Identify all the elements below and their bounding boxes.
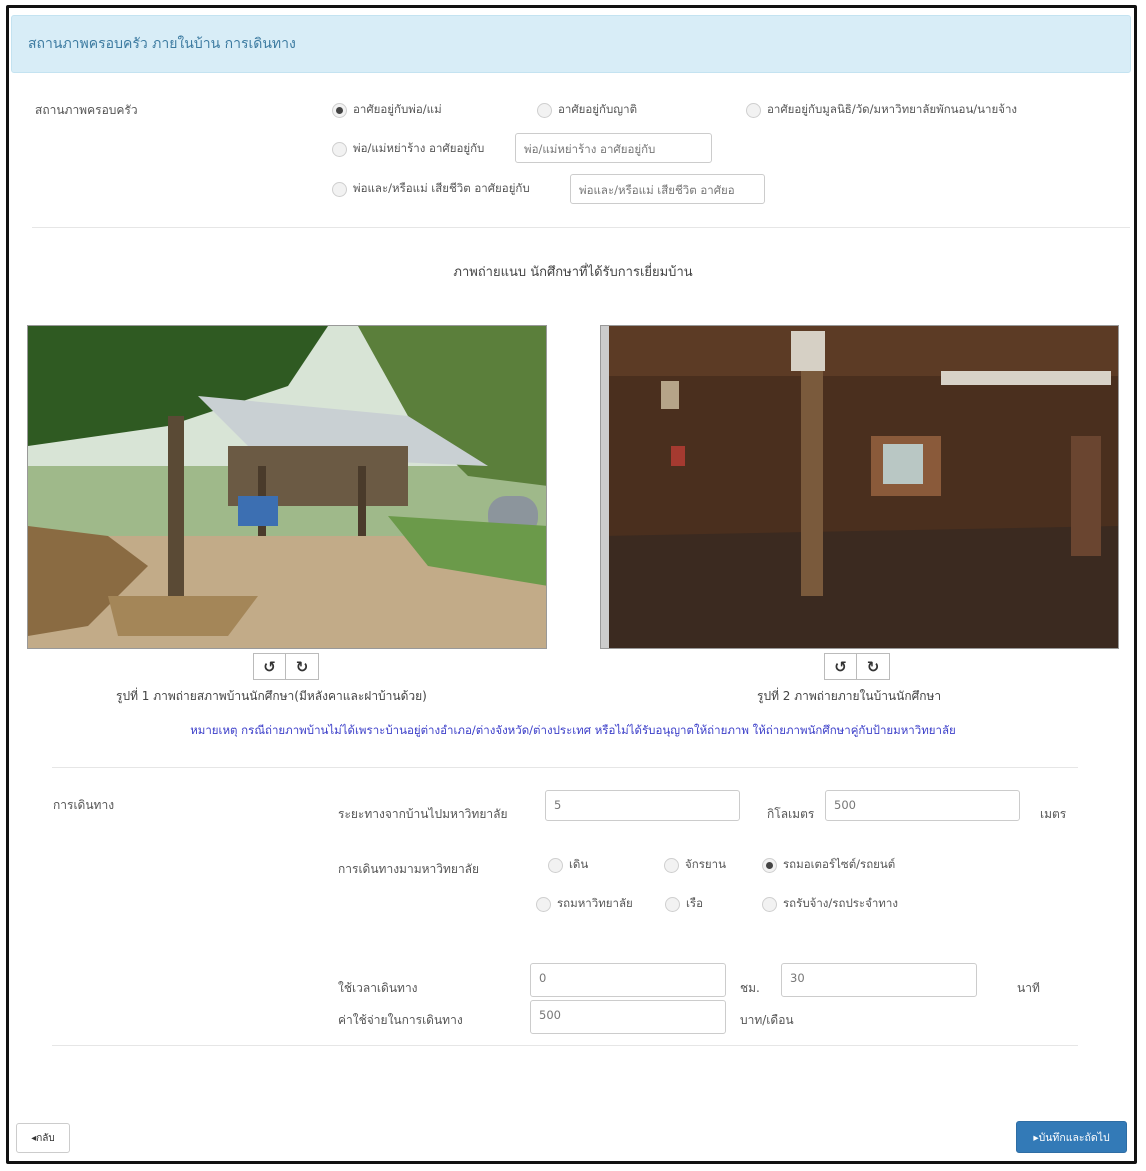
section-title: สถานภาพครอบครัว ภายในบ้าน การเดินทาง: [28, 36, 296, 52]
travel-minutes-input[interactable]: 30: [781, 963, 977, 997]
photos-title: ภาพถ่ายแนบ นักศึกษาที่ได้รับการเยี่ยมบ้า…: [453, 265, 693, 280]
mode-university-bus[interactable]: รถมหาวิทยาลัย: [536, 895, 633, 913]
divider: [32, 227, 1130, 228]
save-and-next-button[interactable]: ▸บันทึกและถัดไป: [1016, 1121, 1127, 1153]
rotate-right-icon[interactable]: ↻: [286, 653, 319, 680]
radio-icon[interactable]: [332, 102, 347, 118]
radio-icon[interactable]: [332, 141, 347, 157]
hours-unit: ชม.: [740, 981, 760, 995]
family-option-divorced[interactable]: พ่อ/แม่หย่าร้าง อาศัยอยู่กับ: [332, 140, 484, 158]
rotate-right-icon[interactable]: ↻: [857, 653, 890, 680]
radio-icon[interactable]: [762, 896, 777, 912]
distance-m-input[interactable]: 500: [825, 790, 1020, 821]
radio-icon[interactable]: [332, 181, 347, 197]
back-button[interactable]: ◂กลับ: [16, 1123, 70, 1153]
km-unit: กิโลเมตร: [767, 807, 815, 821]
mode-bicycle[interactable]: จักรยาน: [664, 856, 726, 874]
divorced-live-with-input[interactable]: พ่อ/แม่หย่าร้าง อาศัยอยู่กับ: [515, 133, 712, 163]
house-interior-photo: [600, 325, 1119, 649]
divider: [52, 1045, 1078, 1046]
photo2-rotate-controls: ↺ ↻: [824, 653, 890, 680]
travel-cost-input[interactable]: 500: [530, 1000, 726, 1034]
radio-icon[interactable]: [548, 857, 563, 873]
travel-time-label: ใช้เวลาเดินทาง: [338, 981, 418, 995]
photo1-rotate-controls: ↺ ↻: [253, 653, 319, 680]
photo2-caption: รูปที่ 2 ภาพถ่ายภายในบ้านนักศึกษา: [757, 689, 942, 703]
radio-icon[interactable]: [664, 857, 679, 873]
family-option-deceased[interactable]: พ่อและ/หรือแม่ เสียชีวิต อาศัยอยู่กับ: [332, 180, 530, 198]
travel-hours-input[interactable]: 0: [530, 963, 726, 997]
distance-label: ระยะทางจากบ้านไปมหาวิทยาลัย: [338, 807, 508, 821]
travel-cost-label: ค่าใช้จ่ายในการเดินทาง: [338, 1013, 463, 1027]
cost-unit: บาท/เดือน: [740, 1013, 794, 1027]
rotate-left-icon[interactable]: ↺: [253, 653, 286, 680]
radio-icon[interactable]: [537, 102, 552, 118]
radio-icon[interactable]: [665, 896, 680, 912]
photo-note: หมายเหตุ กรณีถ่ายภาพบ้านไม่ได้เพราะบ้านอ…: [190, 723, 956, 737]
section-header: สถานภาพครอบครัว ภายในบ้าน การเดินทาง: [11, 15, 1131, 73]
mode-boat[interactable]: เรือ: [665, 895, 703, 913]
rotate-left-icon[interactable]: ↺: [824, 653, 857, 680]
family-option-foundation[interactable]: อาศัยอยู่กับมูลนิธิ/วัด/มหาวิทยาลัยพักนอ…: [746, 101, 1017, 119]
photo1-caption: รูปที่ 1 ภาพถ่ายสภาพบ้านนักศึกษา(มีหลังค…: [116, 689, 427, 703]
radio-icon[interactable]: [746, 102, 761, 118]
mode-motorcycle-car[interactable]: รถมอเตอร์ไซต์/รถยนต์: [762, 856, 895, 874]
minutes-unit: นาที: [1017, 981, 1040, 995]
travel-mode-label: การเดินทางมามหาวิทยาลัย: [338, 862, 480, 876]
distance-km-input[interactable]: 5: [545, 790, 740, 821]
family-option-relatives[interactable]: อาศัยอยู่กับญาติ: [537, 101, 637, 119]
deceased-live-with-input[interactable]: พ่อและ/หรือแม่ เสียชีวิต อาศัยอ: [570, 174, 765, 204]
mode-hired-public[interactable]: รถรับจ้าง/รถประจำทาง: [762, 895, 898, 913]
family-status-label: สถานภาพครอบครัว: [35, 103, 138, 117]
mode-walk[interactable]: เดิน: [548, 856, 588, 874]
m-unit: เมตร: [1040, 807, 1067, 821]
divider: [52, 767, 1078, 768]
travel-label: การเดินทาง: [53, 798, 115, 812]
house-exterior-photo: [27, 325, 547, 649]
family-option-parents[interactable]: อาศัยอยู่กับพ่อ/แม่: [332, 101, 442, 119]
radio-icon[interactable]: [536, 896, 551, 912]
radio-icon[interactable]: [762, 857, 777, 873]
